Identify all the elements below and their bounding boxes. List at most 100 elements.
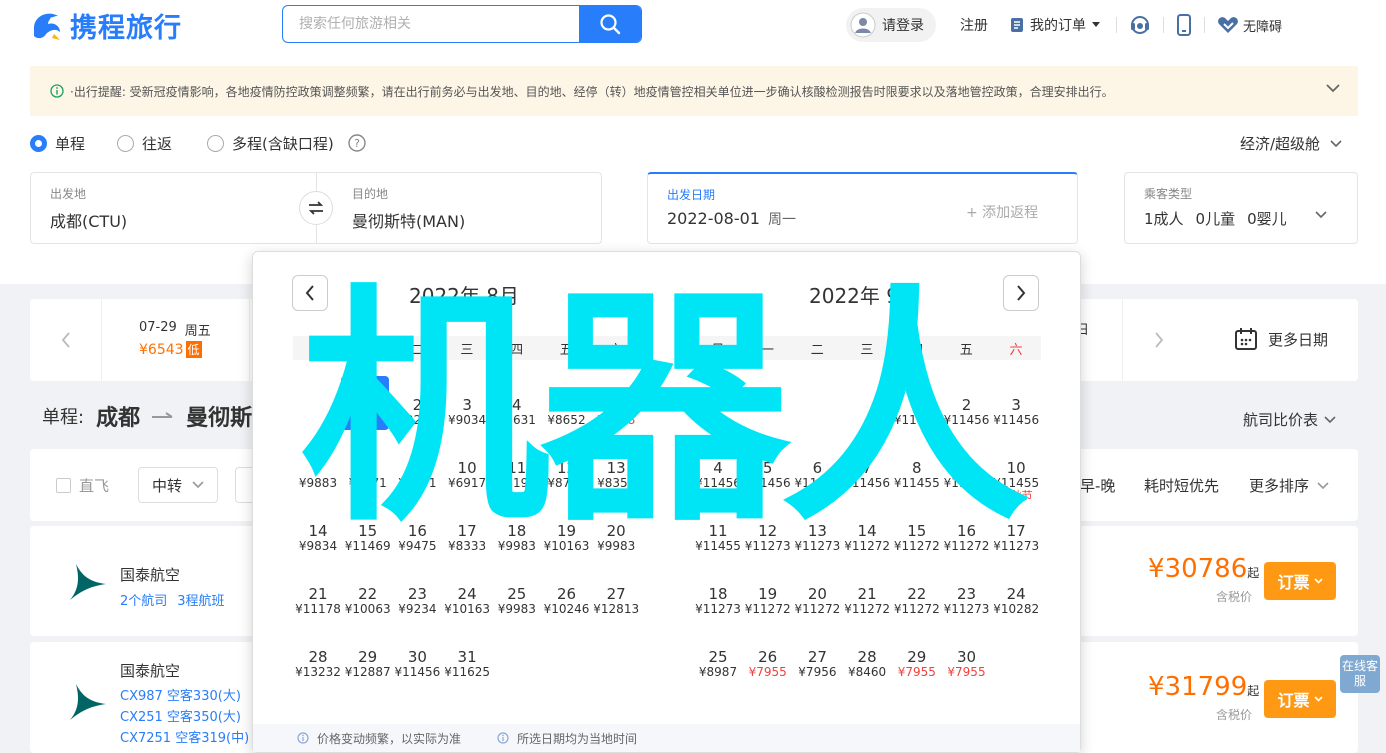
more-sort-dropdown[interactable]: 更多排序 [1249, 475, 1329, 496]
calendar-day[interactable]: 18 ¥11273 [693, 586, 743, 616]
calendar-day[interactable]: 22 ¥11272 [892, 586, 942, 616]
calendar-day[interactable]: 6 ¥5848 [591, 397, 641, 427]
calendar-day[interactable]: 13 ¥8356 [591, 460, 641, 490]
calendar-day[interactable]: 14 ¥11272 [842, 523, 892, 553]
calendar-day[interactable]: 1 ¥11456 [892, 397, 942, 427]
my-orders-menu[interactable]: 我的订单 [1010, 15, 1100, 35]
calendar-day[interactable]: 16 ¥11272 [942, 523, 992, 553]
radio-oneway[interactable]: 单程 [30, 133, 85, 154]
calendar-day[interactable]: 11 ¥11455 [693, 523, 743, 553]
calendar-day[interactable]: 10 ¥6917 [442, 460, 492, 490]
calendar-day[interactable]: 19 ¥10163 [542, 523, 592, 553]
calendar-day[interactable]: 23 ¥9234 [392, 586, 442, 616]
departure-field[interactable]: 出发地 成都(CTU) [50, 185, 127, 232]
calendar-day[interactable]: 27 ¥7956 [792, 649, 842, 679]
direct-only-checkbox[interactable]: 直飞 [56, 475, 109, 496]
book-button[interactable]: 订票 [1264, 680, 1336, 718]
calendar-day[interactable]: 7 ¥9883 [293, 460, 343, 490]
customer-service-icon[interactable] [1129, 14, 1151, 36]
calendar-day[interactable]: 15 ¥11469 [343, 523, 393, 553]
calendar-day[interactable]: 11 ¥8190 [492, 460, 542, 490]
calendar-day[interactable]: 27 ¥12813 [591, 586, 641, 616]
next-dates-button[interactable] [1122, 299, 1194, 381]
calendar-day[interactable]: 24 ¥10282 [991, 586, 1041, 616]
calendar-day[interactable]: 6 ¥11456 [792, 460, 842, 490]
flight-leg[interactable]: CX7251 空客319(中) [120, 728, 249, 749]
airline-compare-button[interactable]: 航司比价表 [1243, 409, 1336, 430]
calendar-day[interactable]: 29 ¥7955 [892, 649, 942, 679]
flight-leg[interactable]: CX987 空客330(大) [120, 686, 249, 707]
departure-date-field[interactable]: 出发日期 2022-08-01 周一 + 添加返程 [647, 172, 1078, 244]
calendar-day[interactable]: 30 ¥11456 [392, 649, 442, 679]
calendar-day[interactable]: 2 ¥11456 [942, 397, 992, 427]
calendar-day[interactable]: 21 ¥11178 [293, 586, 343, 616]
radio-multicity[interactable]: 多程(含缺口程) [207, 133, 334, 154]
calendar-day[interactable]: 24 ¥10163 [442, 586, 492, 616]
calendar-day[interactable]: 31 ¥11625 [442, 649, 492, 679]
logo[interactable]: 携程旅行 [30, 6, 182, 44]
chevron-down-icon[interactable] [1326, 84, 1340, 93]
calendar-day[interactable]: 20 ¥9983 [591, 523, 641, 553]
calendar-day[interactable]: 10 ¥11455 中秋节 [991, 460, 1041, 502]
calendar-day[interactable]: 9 ¥8771 [392, 460, 442, 490]
sort-duration[interactable]: 耗时短优先 [1144, 475, 1219, 496]
calendar-day[interactable]: 25 ¥9983 [492, 586, 542, 616]
calendar-day[interactable]: 1 [343, 397, 393, 413]
radio-roundtrip[interactable]: 往返 [117, 133, 172, 154]
search-input[interactable]: 搜索任何旅游相关 [283, 6, 579, 42]
calendar-day[interactable]: 20 ¥11272 [792, 586, 842, 616]
accessibility-link[interactable]: 无障碍 [1217, 15, 1282, 35]
calendar-day[interactable]: 3 ¥9034 [442, 397, 492, 427]
login-button[interactable]: 请登录 [846, 8, 936, 42]
calendar-day[interactable]: 4 ¥8631 [492, 397, 542, 427]
calendar-day[interactable]: 28 ¥13232 [293, 649, 343, 679]
segment-count[interactable]: 3程航班 [177, 590, 224, 609]
flight-leg[interactable]: CX251 空客350(大) [120, 707, 249, 728]
book-button[interactable]: 订票 [1264, 562, 1336, 600]
calendar-day[interactable]: 3 ¥11456 [991, 397, 1041, 427]
calendar-day[interactable]: 9 ¥11455 [942, 460, 992, 490]
swap-button[interactable] [299, 191, 333, 225]
mobile-phone-icon[interactable] [1176, 14, 1192, 36]
calendar-day[interactable]: 14 ¥9834 [293, 523, 343, 553]
calendar-day[interactable]: 8 ¥8071 [343, 460, 393, 490]
calendar-day[interactable]: 12 ¥8736 [542, 460, 592, 490]
calendar-day[interactable]: 23 ¥11273 [942, 586, 992, 616]
calendar-day[interactable]: 19 ¥11272 [743, 586, 793, 616]
more-dates-button[interactable]: 更多日期 [1234, 327, 1328, 351]
calendar-day[interactable]: 29 ¥12887 [343, 649, 393, 679]
prev-month-button[interactable] [292, 275, 328, 311]
calendar-day[interactable]: 28 ¥8460 [842, 649, 892, 679]
calendar-day[interactable]: 7 ¥11456 [842, 460, 892, 490]
register-link[interactable]: 注册 [960, 15, 988, 35]
passenger-type-field[interactable]: 乘客类型 1成人 0儿童 0婴儿 [1124, 172, 1358, 244]
calendar-day[interactable]: 17 ¥8333 [442, 523, 492, 553]
calendar-day[interactable]: 26 ¥10246 [542, 586, 592, 616]
calendar-day[interactable]: 17 ¥11273 [991, 523, 1041, 553]
calendar-day[interactable]: 25 ¥8987 [693, 649, 743, 679]
calendar-day[interactable]: 18 ¥9983 [492, 523, 542, 553]
calendar-day[interactable]: 5 ¥8652 [542, 397, 592, 427]
cabin-class-select[interactable]: 经济/超级舱 [1240, 133, 1342, 154]
next-month-button[interactable] [1003, 275, 1039, 311]
prev-dates-button[interactable] [30, 299, 102, 381]
calendar-day[interactable]: 15 ¥11272 [892, 523, 942, 553]
calendar-day[interactable]: 21 ¥11272 [842, 586, 892, 616]
sort-early-late[interactable]: 早-晚 [1080, 475, 1115, 496]
airline-count[interactable]: 2个航司 [120, 590, 167, 609]
calendar-day[interactable]: 16 ¥9475 [392, 523, 442, 553]
destination-field[interactable]: 目的地 曼彻斯特(MAN) [352, 185, 465, 232]
calendar-day[interactable]: 4 ¥11456 [693, 460, 743, 490]
calendar-day[interactable]: 26 ¥7955 [743, 649, 793, 679]
calendar-day[interactable]: 12 ¥11273 [743, 523, 793, 553]
calendar-day[interactable]: 5 ¥11456 [743, 460, 793, 490]
date-cell[interactable]: 07-29 周五 ¥6543 低 [102, 299, 250, 381]
online-service-button[interactable]: 在线客服 [1340, 655, 1380, 693]
calendar-day[interactable]: 8 ¥11455 [892, 460, 942, 490]
help-question-icon[interactable]: ? [348, 134, 366, 152]
calendar-day[interactable]: 13 ¥11273 [792, 523, 842, 553]
calendar-day[interactable]: 22 ¥10063 [343, 586, 393, 616]
search-button[interactable] [579, 6, 641, 42]
calendar-day[interactable]: 30 ¥7955 [942, 649, 992, 679]
transfer-filter-dropdown[interactable]: 中转 [138, 467, 218, 503]
